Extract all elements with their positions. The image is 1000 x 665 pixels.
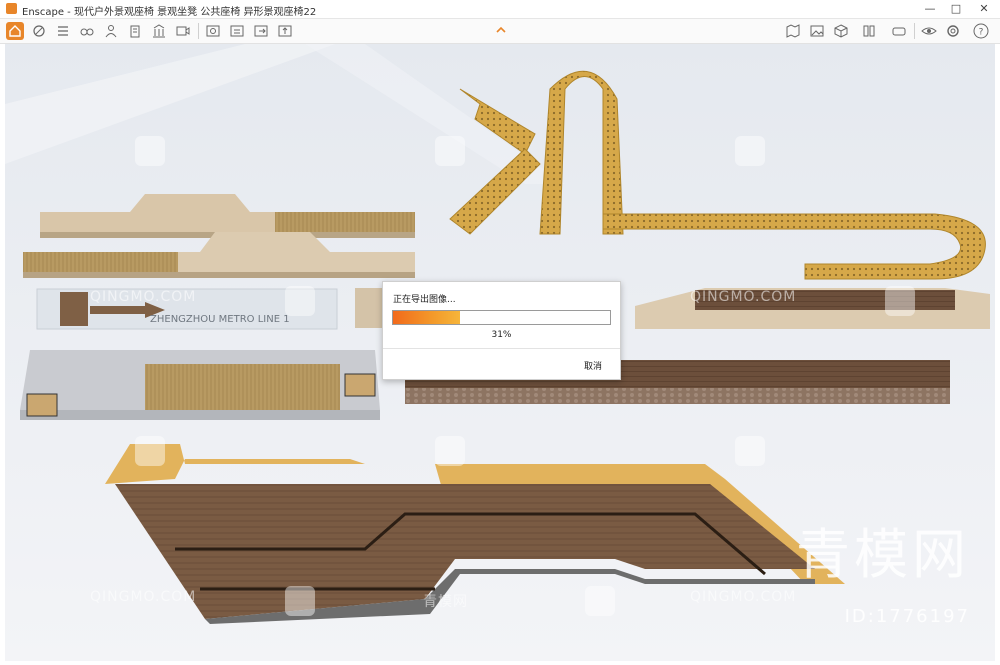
- watermark-id: ID:1776197: [844, 606, 970, 627]
- watermark-site: QINGMO.COM: [90, 289, 197, 305]
- progress-bar: [392, 310, 611, 325]
- toolbar-divider: [914, 23, 915, 39]
- watermark-logo-icon: [735, 136, 765, 166]
- collapse-toolbar-chevron-icon[interactable]: [494, 22, 508, 36]
- title-bar: Enscape - 现代户外景观座椅 景观坐凳 公共座椅 异形景观座椅22 — …: [0, 0, 1000, 19]
- watermark-site: QINGMO.COM: [690, 289, 797, 305]
- vr-icon[interactable]: [890, 22, 908, 40]
- progress-percent: 31%: [491, 330, 512, 340]
- close-button[interactable]: ✕: [970, 0, 998, 18]
- watermark-brand: 青模网: [796, 523, 970, 586]
- watermark-logo-icon: [735, 436, 765, 466]
- map-icon[interactable]: [784, 22, 802, 40]
- enscape-logo-icon: [6, 3, 17, 14]
- watermark-logo-icon: [435, 136, 465, 166]
- export-progress-dialog: 正在导出图像... 31% 取消: [382, 281, 621, 380]
- home-icon[interactable]: [6, 22, 24, 40]
- watermark-site: QINGMO.COM: [90, 589, 197, 605]
- export-icon[interactable]: [252, 22, 270, 40]
- watermark-site-cn: 青模网: [423, 594, 468, 610]
- concrete-bench: [20, 350, 380, 420]
- watermark-logo-icon: [585, 586, 615, 616]
- watermark-logo-icon: [285, 586, 315, 616]
- book-icon[interactable]: [860, 22, 878, 40]
- image-icon[interactable]: [808, 22, 826, 40]
- watermark-site: QINGMO.COM: [690, 589, 797, 605]
- toolbar-divider: [198, 23, 199, 39]
- watermark-logo-icon: [135, 436, 165, 466]
- eye-icon[interactable]: [920, 22, 938, 40]
- watermark-logo-icon: [285, 286, 315, 316]
- watermark-logo-icon: [435, 436, 465, 466]
- binoculars-icon[interactable]: [78, 22, 96, 40]
- list-icon[interactable]: [54, 22, 72, 40]
- watermark-logo-icon: [135, 136, 165, 166]
- minimize-button[interactable]: —: [916, 0, 944, 18]
- asset-icon[interactable]: [30, 22, 48, 40]
- svg-text:?: ?: [979, 28, 984, 38]
- maximize-button[interactable]: □: [942, 0, 970, 18]
- settings-icon[interactable]: [944, 22, 962, 40]
- progress-fill: [393, 311, 461, 324]
- library-icon[interactable]: [150, 22, 168, 40]
- person-icon[interactable]: [102, 22, 120, 40]
- export-message: 正在导出图像...: [393, 295, 456, 305]
- building-icon[interactable]: [126, 22, 144, 40]
- cube-icon[interactable]: [832, 22, 850, 40]
- dialog-divider: [383, 348, 620, 349]
- small-block: [355, 288, 385, 328]
- watermark-logo-icon: [885, 286, 915, 316]
- video-icon[interactable]: [174, 22, 192, 40]
- svg-text:ZHENGZHOU METRO LINE 1: ZHENGZHOU METRO LINE 1: [150, 314, 290, 325]
- help-icon[interactable]: ?: [972, 22, 990, 40]
- window-title: Enscape - 现代户外景观座椅 景观坐凳 公共座椅 异形景观座椅22: [22, 7, 317, 18]
- cancel-button[interactable]: 取消: [584, 359, 602, 372]
- sloped-bench: [635, 288, 990, 329]
- batch-icon[interactable]: [228, 22, 246, 40]
- screenshot-icon[interactable]: [204, 22, 222, 40]
- upload-icon[interactable]: [276, 22, 294, 40]
